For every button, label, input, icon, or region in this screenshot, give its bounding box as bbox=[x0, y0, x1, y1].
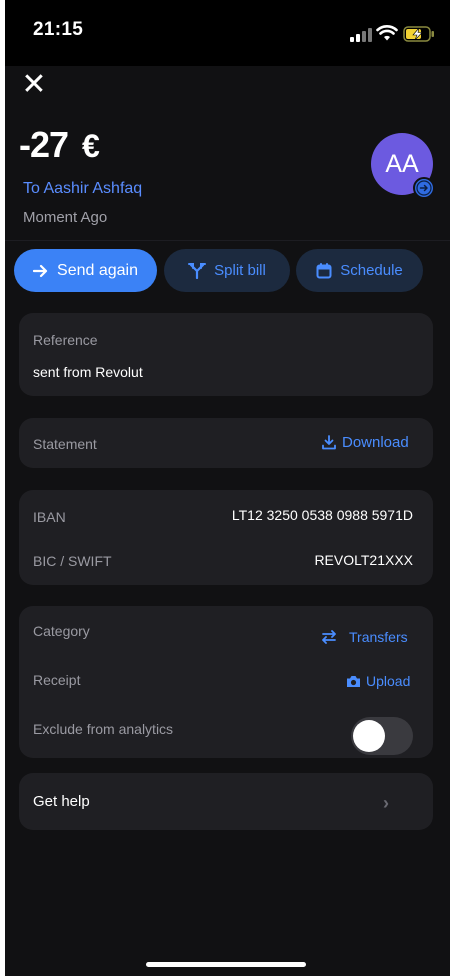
split-bill-label: Split bill bbox=[214, 262, 266, 279]
home-indicator bbox=[146, 962, 306, 967]
get-help-card[interactable]: Get help › bbox=[19, 773, 433, 830]
download-icon bbox=[322, 435, 336, 450]
iban-label: IBAN bbox=[33, 509, 66, 525]
recipient-link[interactable]: To Aashir Ashfaq bbox=[23, 180, 142, 198]
upload-label: Upload bbox=[366, 673, 411, 689]
split-icon bbox=[188, 262, 207, 279]
get-help-label: Get help bbox=[33, 793, 90, 810]
split-bill-button[interactable]: Split bill bbox=[164, 249, 290, 292]
amount-value: -27 bbox=[19, 124, 69, 165]
schedule-label: Schedule bbox=[340, 262, 403, 279]
reference-value: sent from Revolut bbox=[33, 364, 143, 380]
calendar-icon bbox=[316, 262, 332, 278]
arrow-right-icon bbox=[413, 177, 435, 199]
receipt-label: Receipt bbox=[33, 672, 81, 688]
transfer-arrows-icon bbox=[322, 630, 336, 644]
send-again-button[interactable]: Send again bbox=[14, 249, 157, 292]
upload-receipt-button[interactable]: Upload bbox=[346, 673, 410, 689]
status-time: 21:15 bbox=[33, 19, 84, 40]
transaction-timestamp: Moment Ago bbox=[23, 209, 108, 226]
chevron-right-icon: › bbox=[383, 793, 389, 813]
wifi-icon bbox=[376, 25, 398, 41]
download-button[interactable]: Download bbox=[322, 434, 409, 451]
send-again-label: Send again bbox=[57, 261, 138, 279]
bank-details-card: IBAN LT12 3250 0538 0988 5971D BIC / SWI… bbox=[19, 490, 433, 585]
toggle-knob bbox=[353, 720, 385, 752]
details-card: Category Transfers Receipt Upload Exclud… bbox=[19, 606, 433, 758]
currency-symbol: € bbox=[82, 128, 100, 164]
category-button[interactable]: Transfers bbox=[321, 629, 408, 645]
statement-label: Statement bbox=[33, 436, 97, 452]
category-value: Transfers bbox=[349, 629, 408, 645]
statement-card: Statement Download bbox=[19, 418, 433, 468]
signal-icon bbox=[350, 26, 372, 42]
download-label: Download bbox=[342, 434, 409, 451]
schedule-button[interactable]: Schedule bbox=[296, 249, 423, 292]
bic-value[interactable]: REVOLT21XXX bbox=[314, 552, 413, 568]
transaction-detail-screen: 21:15 ✕ -27 € To Aashir Ashfaq Moment Ago… bbox=[5, 0, 450, 976]
arrow-right-icon bbox=[33, 264, 48, 277]
category-label: Category bbox=[33, 623, 90, 639]
transaction-amount: -27 € bbox=[19, 124, 100, 166]
status-bar: 21:15 bbox=[5, 0, 450, 66]
camera-icon bbox=[347, 675, 360, 687]
reference-label: Reference bbox=[33, 332, 98, 348]
battery-icon bbox=[403, 26, 434, 42]
iban-value[interactable]: LT12 3250 0538 0988 5971D bbox=[232, 507, 413, 523]
bic-label: BIC / SWIFT bbox=[33, 553, 112, 569]
exclude-analytics-label: Exclude from analytics bbox=[33, 721, 174, 737]
header-divider bbox=[5, 240, 450, 241]
close-icon[interactable]: ✕ bbox=[19, 70, 49, 100]
reference-card: Reference sent from Revolut bbox=[19, 313, 433, 396]
exclude-analytics-toggle[interactable] bbox=[351, 717, 413, 755]
